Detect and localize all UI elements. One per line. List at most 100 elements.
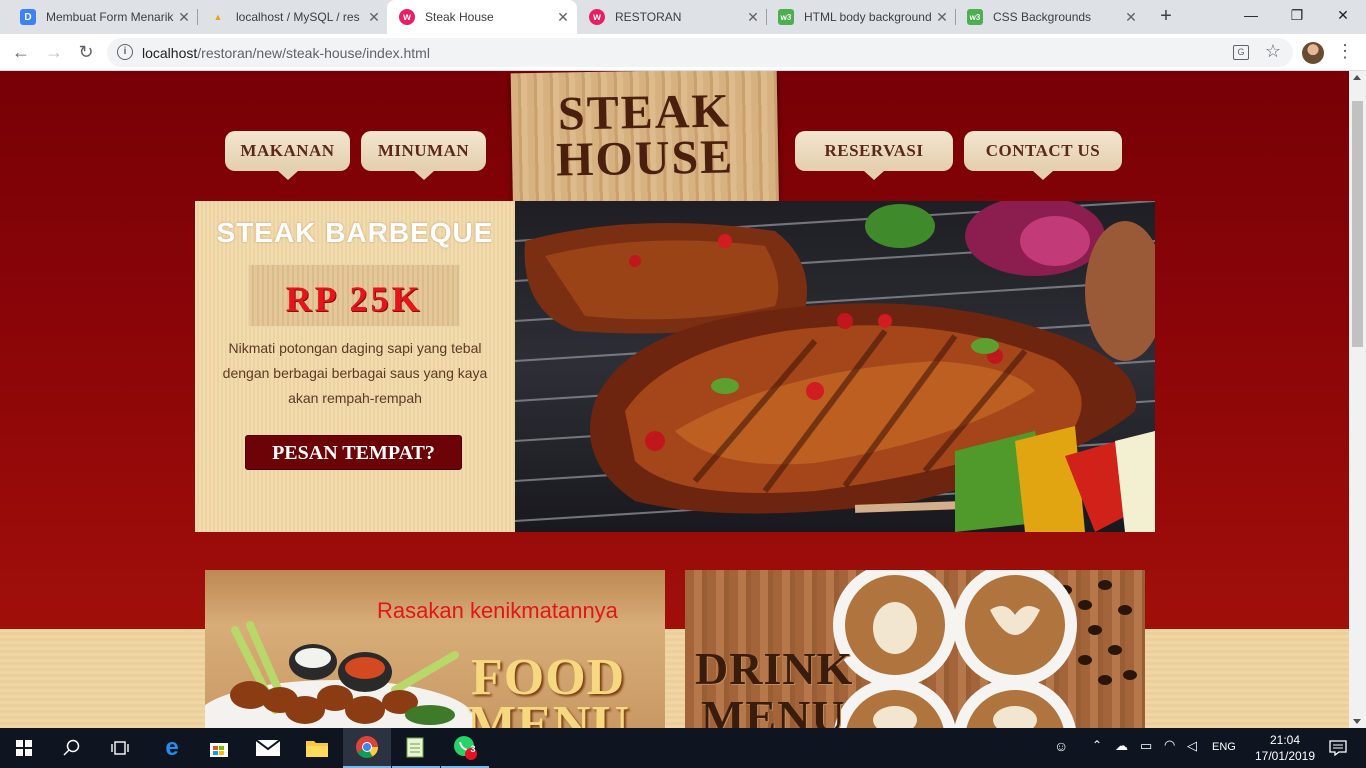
info-icon[interactable]: i [117,44,133,60]
steak-illustration [515,201,1155,532]
drink-title: DRINK [695,643,854,694]
notepad-app[interactable] [392,728,440,768]
hero-promo-panel: STEAK BARBEQUE RP 25K Nikmati potongan d… [195,201,515,532]
tab-title: HTML body background [804,10,932,24]
nav-reservasi[interactable]: RESERVASI [795,131,953,180]
tab-steak-house[interactable]: w Steak House ✕ [387,0,577,34]
hero-title: STEAK BARBEQUE [216,217,494,248]
reserve-button[interactable]: PESAN TEMPAT? [245,435,462,470]
onedrive-icon[interactable]: ☁ [1115,738,1128,754]
close-window-button[interactable]: ✕ [1320,0,1366,32]
page-viewport: MAKANAN MINUMAN RESERVASI CONTACT US STE… [0,71,1349,728]
w3schools-icon: w3 [967,9,983,25]
tab-title: Membuat Form Menarik [46,10,174,24]
tab-restoran[interactable]: w RESTORAN ✕ [577,0,767,34]
wifi-icon[interactable]: ◠ [1164,737,1175,753]
task-view-button[interactable] [96,728,144,768]
forward-arrow-icon[interactable]: → [42,41,66,65]
volume-icon[interactable]: ◁ [1187,738,1197,754]
tab-strip: D Membuat Form Menarik ✕ ▲ localhost / M… [0,0,1366,34]
whatsapp-app[interactable]: 3 [441,728,489,768]
chrome-icon [356,736,378,758]
tab-title: CSS Backgrounds [993,10,1092,24]
address-bar[interactable]: i localhost/restoran/new/steak-house/ind… [107,38,1293,67]
close-icon[interactable]: ✕ [364,9,384,26]
browser-toolbar: ← → ↻ i localhost/restoran/new/steak-hou… [0,34,1366,71]
steak-photo [515,201,1155,532]
d-icon: D [20,9,36,25]
cream-background-band [0,629,1349,728]
windows-taskbar: e 3 ☺ ⌃ ☁ ▭ ◠ ◁ ENG 21:04 17/01/2019 [0,728,1366,768]
food-menu-card[interactable]: Rasakan kenikmatannya FOOD MENU [205,570,665,728]
price-box: RP 25K [248,264,460,327]
nav-contact-us[interactable]: CONTACT US [964,131,1122,180]
minimize-button[interactable]: — [1228,0,1274,32]
close-icon[interactable]: ✕ [174,9,194,26]
page-scrollbar[interactable] [1349,71,1366,728]
url-path: /restoran/new/steak-house/index.html [197,45,430,61]
close-icon[interactable]: ✕ [553,9,573,26]
tab-html-body-background[interactable]: w3 HTML body background ✕ [766,0,956,34]
folder-icon [306,741,328,757]
tab-phpmyadmin[interactable]: ▲ localhost / MySQL / res ✕ [198,0,388,34]
close-icon[interactable]: ✕ [743,9,763,26]
chevron-up-icon[interactable]: ⌃ [1092,738,1102,752]
phpmyadmin-icon: ▲ [213,12,223,22]
translate-icon[interactable]: G [1233,45,1249,60]
search-button[interactable] [48,728,96,768]
windows-logo-icon [16,740,32,756]
logo-line-2: HOUSE [555,130,735,187]
store-icon [210,743,228,757]
reload-icon[interactable]: ↻ [74,41,98,65]
url-host: localhost [142,45,198,61]
task-view-icon [111,741,129,755]
clock-date: 17/01/2019 [1254,749,1316,763]
scroll-down-icon[interactable] [1353,719,1361,724]
bookmark-star-icon[interactable]: ☆ [1265,41,1281,62]
scrollbar-thumb[interactable] [1352,101,1363,347]
close-icon[interactable]: ✕ [932,9,952,26]
clock-time: 21:04 [1269,733,1301,747]
mail-app[interactable] [244,728,292,768]
menu-title: MENU [467,696,630,728]
menu-dots-icon[interactable]: ⋮ [1335,41,1355,65]
chrome-app[interactable] [343,728,391,768]
notepad-icon [406,737,424,758]
restore-button[interactable]: ❐ [1274,0,1320,32]
file-explorer-app[interactable] [293,728,341,768]
start-button[interactable] [0,728,48,768]
url-text: localhost/restoran/new/steak-house/index… [142,45,430,61]
tab-css-backgrounds[interactable]: w3 CSS Backgrounds ✕ [955,0,1145,34]
hero-description: Nikmati potongan daging sapi yang tebal … [222,340,488,406]
restaurant-icon: w [589,9,605,25]
restaurant-icon: w [399,9,415,25]
edge-app[interactable]: e [148,728,196,768]
tab-title: Steak House [425,10,494,24]
w3schools-icon: w3 [778,9,794,25]
notification-badge: 3 [470,744,476,754]
scroll-up-icon[interactable] [1353,75,1361,80]
profile-avatar[interactable] [1302,42,1324,64]
food-tagline: Rasakan kenikmatannya [377,598,618,623]
tab-title: localhost / MySQL / res [236,10,360,24]
new-tab-button[interactable]: + [1156,6,1176,28]
nav-minuman[interactable]: MINUMAN [361,131,486,180]
back-arrow-icon[interactable]: ← [9,41,33,65]
system-clock[interactable]: 21:04 17/01/2019 [1250,732,1320,764]
people-icon[interactable]: ☺ [1054,738,1068,754]
nav-makanan[interactable]: MAKANAN [225,131,350,180]
close-icon[interactable]: ✕ [1121,9,1141,26]
edge-icon: e [165,734,179,761]
price-label: RP 25K [285,279,423,319]
store-app[interactable] [195,728,243,768]
menu-title: MENU [701,691,846,728]
search-icon [63,739,80,756]
mail-icon [256,740,280,756]
tab-membuat-form[interactable]: D Membuat Form Menarik ✕ [8,0,198,34]
tab-title: RESTORAN [615,10,682,24]
drink-menu-card[interactable]: DRINK MENU [685,570,1145,728]
language-indicator[interactable]: ENG [1212,741,1236,753]
action-center-button[interactable] [1318,728,1358,768]
battery-icon[interactable]: ▭ [1140,738,1152,754]
notification-icon [1329,740,1347,756]
